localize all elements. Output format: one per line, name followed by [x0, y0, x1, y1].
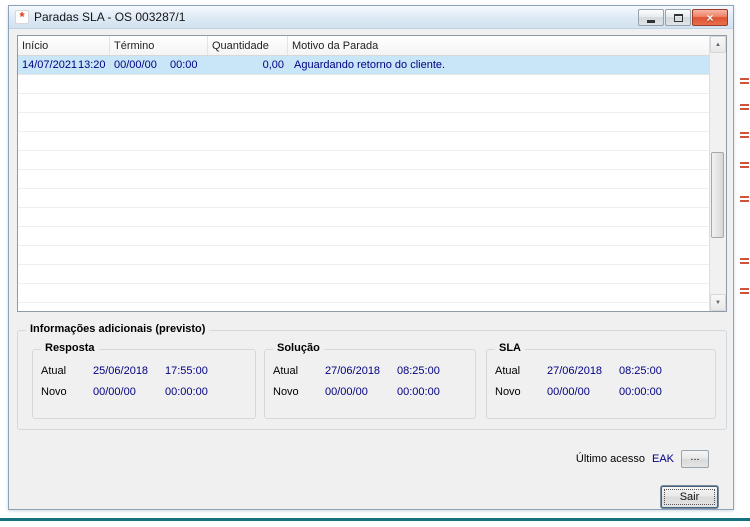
- column-header-quantidade[interactable]: Quantidade: [208, 36, 288, 55]
- section-sla: SLA Atual 27/06/2018 08:25:00 Novo 00/00…: [486, 342, 716, 419]
- grid-empty-row: [18, 170, 709, 189]
- maximize-button[interactable]: [665, 9, 691, 26]
- scroll-down-icon: ▼: [715, 299, 721, 306]
- minimize-icon: [647, 19, 655, 23]
- row-label: Novo: [495, 386, 521, 398]
- cell-inicio: 14/07/202113:20: [18, 59, 110, 71]
- section-solucao-rows: Atual 27/06/2018 08:25:00 Novo 00/00/00 …: [265, 350, 475, 398]
- close-button[interactable]: ×: [692, 9, 728, 26]
- scroll-down-button[interactable]: ▼: [710, 294, 726, 311]
- background-window-fragment: [740, 76, 749, 84]
- row-date: 00/00/00: [325, 386, 368, 398]
- grid-body: 14/07/202113:20 00/00/00 00:00 0,00 Aguar…: [18, 56, 709, 311]
- section-resposta: Resposta Atual 25/06/2018 17:55:00 Novo …: [32, 342, 256, 419]
- app-logo-glyph: *: [19, 9, 25, 24]
- screen: * Paradas SLA - OS 003287/1 × Início Tér…: [0, 0, 750, 527]
- last-access-label: Último acesso: [575, 453, 645, 465]
- last-access: Último acesso EAK ...: [576, 450, 709, 468]
- section-sla-title: SLA: [495, 342, 525, 354]
- grid-empty-row: [18, 208, 709, 227]
- scroll-up-button[interactable]: ▲: [710, 36, 726, 53]
- section-solucao-title: Solução: [273, 342, 324, 354]
- cell-motivo: Aguardando retorno do cliente.: [294, 59, 446, 71]
- row-time: 17:55:00: [165, 365, 208, 377]
- row-label: Atual: [495, 365, 521, 377]
- background-window-fragment: [740, 102, 749, 110]
- section-solucao: Solução Atual 27/06/2018 08:25:00 Novo 0…: [264, 342, 476, 419]
- row-date: 00/00/00: [93, 386, 136, 398]
- bottom-divider: [0, 518, 750, 521]
- row-date: 00/00/00: [547, 386, 590, 398]
- background-window-fragment: [740, 160, 749, 168]
- vertical-scrollbar[interactable]: ▲ ▼: [709, 36, 726, 311]
- row-label: Atual: [41, 365, 67, 377]
- row-label: Novo: [41, 386, 67, 398]
- grid-empty-row: [18, 227, 709, 246]
- grid-empty-row: [18, 132, 709, 151]
- cell-termino: 00/00/00 00:00: [110, 59, 208, 71]
- row-time: 08:25:00: [397, 365, 440, 377]
- browse-button[interactable]: ...: [681, 450, 709, 468]
- row-label: Novo: [273, 386, 299, 398]
- background-window-fragment: [740, 286, 749, 294]
- scroll-up-icon: ▲: [715, 41, 721, 48]
- last-access-value: EAK: [651, 453, 674, 465]
- window-title: Paradas SLA - OS 003287/1: [34, 10, 186, 24]
- background-window-fragment: [740, 130, 749, 138]
- column-header-termino[interactable]: Término: [110, 36, 208, 55]
- row-date: 25/06/2018: [93, 365, 149, 377]
- column-header-inicio[interactable]: Início: [18, 36, 110, 55]
- row-time: 00:00:00: [165, 386, 208, 398]
- column-header-motivo[interactable]: Motivo da Parada: [288, 36, 709, 55]
- row-date: 27/06/2018: [325, 365, 381, 377]
- exit-button[interactable]: Sair: [661, 486, 718, 508]
- section-resposta-rows: Atual 25/06/2018 17:55:00 Novo 00/00/00 …: [33, 350, 255, 398]
- info-panel: Informações adicionais (previsto) Respos…: [17, 323, 727, 430]
- row-time: 00:00:00: [619, 386, 662, 398]
- termino-date: 00/00/00: [114, 59, 157, 71]
- background-window-fragment: [740, 256, 749, 264]
- background-window-fragment: [740, 194, 749, 202]
- grid-empty-row: [18, 284, 709, 303]
- row-label: Atual: [273, 365, 299, 377]
- info-panel-title: Informações adicionais (previsto): [26, 323, 210, 335]
- app-logo-icon: *: [15, 10, 29, 24]
- close-icon: ×: [706, 10, 714, 25]
- window-controls: ×: [638, 9, 728, 26]
- grid-empty-row: [18, 151, 709, 170]
- grid-empty-row: [18, 246, 709, 265]
- termino-time: 00:00: [170, 59, 198, 71]
- maximize-icon: [673, 13, 683, 22]
- grid-row-selected[interactable]: 14/07/202113:20 00/00/00 00:00 0,00 Aguar…: [18, 56, 709, 75]
- grid-empty-row: [18, 94, 709, 113]
- row-date: 27/06/2018: [547, 365, 603, 377]
- row-time: 08:25:00: [619, 365, 662, 377]
- title-bar[interactable]: * Paradas SLA - OS 003287/1 ×: [9, 6, 733, 29]
- inicio-date: 14/07/2021: [22, 59, 78, 71]
- minimize-button[interactable]: [638, 9, 664, 26]
- dialog-window: * Paradas SLA - OS 003287/1 × Início Tér…: [8, 5, 734, 510]
- paradas-grid: Início Término Quantidade Motivo da Para…: [17, 35, 727, 312]
- grid-empty-row: [18, 265, 709, 284]
- grid-empty-row: [18, 113, 709, 132]
- section-resposta-title: Resposta: [41, 342, 99, 354]
- inicio-time: 13:20: [78, 59, 106, 71]
- cell-quantidade: 0,00: [262, 59, 284, 71]
- section-sla-rows: Atual 27/06/2018 08:25:00 Novo 00/00/00 …: [487, 350, 715, 398]
- scrollbar-thumb[interactable]: [711, 152, 724, 238]
- grid-empty-row: [18, 75, 709, 94]
- grid-empty-row: [18, 189, 709, 208]
- row-time: 00:00:00: [397, 386, 440, 398]
- grid-header: Início Término Quantidade Motivo da Para…: [18, 36, 709, 56]
